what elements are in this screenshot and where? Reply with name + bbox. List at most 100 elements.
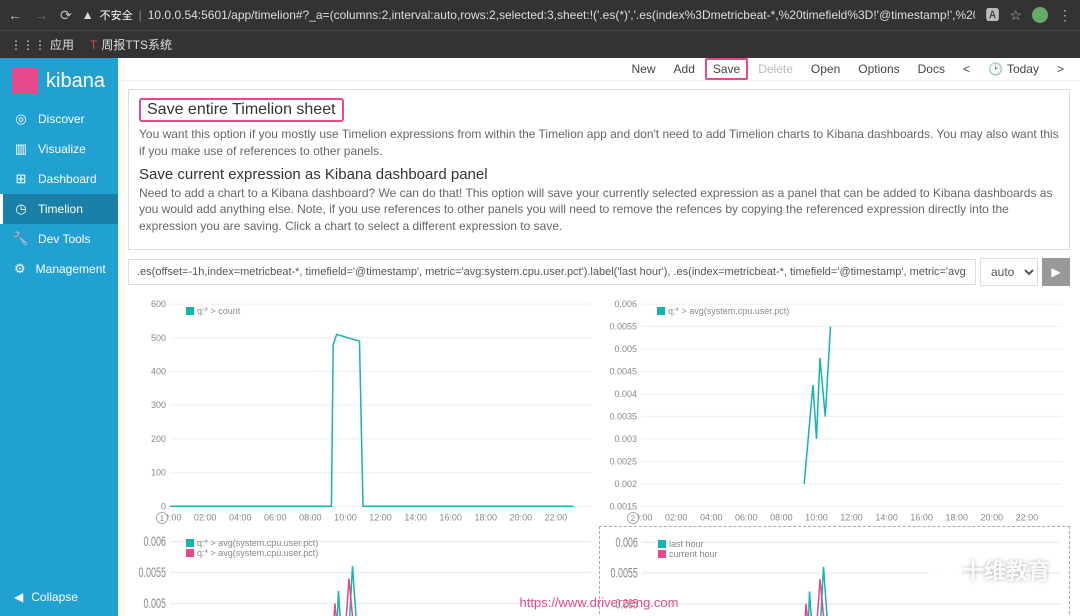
- back-icon[interactable]: ←: [8, 7, 22, 24]
- svg-text:0.0035: 0.0035: [610, 411, 638, 421]
- legend-swatch: [186, 539, 194, 547]
- timelion-toolbar: New Add Save Delete Open Options Docs < …: [118, 58, 1080, 81]
- svg-text:12:00: 12:00: [369, 512, 392, 522]
- legend-item[interactable]: q:* > avg(system.cpu.user.pct): [657, 306, 789, 316]
- svg-text:18:00: 18:00: [474, 512, 497, 522]
- save-sheet-title[interactable]: Save entire Timelion sheet: [139, 98, 344, 122]
- reload-icon[interactable]: ⟳: [60, 7, 72, 24]
- legend-swatch: [658, 550, 666, 558]
- gear-icon: ⚙: [14, 262, 26, 276]
- sidebar-item-discover[interactable]: ◎Discover: [0, 104, 118, 134]
- toolbar-prev[interactable]: <: [955, 58, 978, 80]
- toolbar-docs[interactable]: Docs: [910, 58, 953, 80]
- chart-legend: q:* > count: [186, 306, 240, 316]
- profile-icon[interactable]: [1032, 7, 1048, 23]
- toolbar-timerange[interactable]: 🕑Today: [980, 58, 1047, 80]
- watermark-brand: 十维教育: [926, 554, 1050, 586]
- toolbar-delete[interactable]: Delete: [750, 58, 801, 80]
- sidebar-item-timelion[interactable]: ◷Timelion: [0, 194, 118, 224]
- svg-text:08:00: 08:00: [770, 512, 793, 522]
- url-box[interactable]: ▲ 不安全 | 10.0.0.54:5601/app/timelion#?_a=…: [82, 7, 976, 23]
- toolbar-options[interactable]: Options: [850, 58, 907, 80]
- chart-1[interactable]: 010020030040050060000:0002:0004:0006:000…: [128, 294, 599, 526]
- legend-item[interactable]: last hour: [658, 539, 718, 549]
- main-content: New Add Save Delete Open Options Docs < …: [118, 58, 1080, 616]
- play-icon: ▶: [1051, 265, 1060, 279]
- chart-legend: q:* > avg(system.cpu.user.pct)q:* > avg(…: [186, 538, 318, 558]
- bookmark-icon: T: [90, 38, 97, 52]
- clock-icon: 🕑: [988, 62, 1003, 76]
- watermark-url: https://www.driverzeng.com: [520, 595, 679, 610]
- sidebar-item-management[interactable]: ⚙Management: [0, 254, 118, 284]
- toolbar-next[interactable]: >: [1049, 58, 1072, 80]
- svg-text:0.004: 0.004: [615, 389, 638, 399]
- svg-text:04:00: 04:00: [229, 512, 252, 522]
- forward-icon[interactable]: →: [34, 7, 48, 24]
- wrench-icon: 🔧: [14, 232, 28, 246]
- apps-icon: ⋮⋮⋮: [10, 38, 46, 52]
- svg-text:0.0045: 0.0045: [610, 366, 638, 376]
- legend-swatch: [658, 540, 666, 548]
- sidebar-item-dashboard[interactable]: ⊞Dashboard: [0, 164, 118, 194]
- svg-text:0.0015: 0.0015: [610, 501, 638, 511]
- save-expr-title[interactable]: Save current expression as Kibana dashbo…: [139, 166, 1059, 183]
- svg-text:04:00: 04:00: [700, 512, 723, 522]
- kibana-logo[interactable]: kibana: [0, 58, 118, 104]
- kibana-sidebar: kibana ◎Discover ▥Visualize ⊞Dashboard ◷…: [0, 58, 118, 616]
- svg-text:0.005: 0.005: [615, 344, 638, 354]
- browser-address-bar: ← → ⟳ ▲ 不安全 | 10.0.0.54:5601/app/timelio…: [0, 0, 1080, 30]
- sidebar-collapse[interactable]: ◀Collapse: [0, 578, 118, 616]
- bar-chart-icon: ▥: [14, 142, 28, 156]
- play-button[interactable]: ▶: [1042, 258, 1070, 286]
- bookmark-tts[interactable]: T周报TTS系统: [90, 36, 172, 53]
- collapse-icon: ◀: [14, 590, 23, 604]
- expression-input[interactable]: [128, 259, 976, 285]
- svg-text:500: 500: [151, 333, 166, 343]
- svg-text:06:00: 06:00: [735, 512, 758, 522]
- menu-icon[interactable]: ⋮: [1058, 7, 1072, 24]
- svg-text:22:00: 22:00: [1016, 512, 1039, 522]
- wechat-icon: [926, 557, 956, 583]
- svg-text:0.006: 0.006: [615, 299, 638, 309]
- sidebar-item-devtools[interactable]: 🔧Dev Tools: [0, 224, 118, 254]
- svg-text:10:00: 10:00: [805, 512, 828, 522]
- insecure-label: 不安全: [100, 7, 133, 23]
- svg-text:200: 200: [151, 434, 166, 444]
- legend-item[interactable]: q:* > avg(system.cpu.user.pct): [186, 548, 318, 558]
- svg-text:0.0055: 0.0055: [139, 566, 167, 581]
- bookmarks-apps[interactable]: ⋮⋮⋮应用: [10, 36, 74, 53]
- svg-text:0.0025: 0.0025: [610, 456, 638, 466]
- svg-text:400: 400: [151, 366, 166, 376]
- svg-text:0.002: 0.002: [615, 479, 638, 489]
- svg-text:02:00: 02:00: [665, 512, 688, 522]
- sidebar-item-visualize[interactable]: ▥Visualize: [0, 134, 118, 164]
- translate-icon[interactable]: 🅰: [985, 5, 999, 25]
- chart-legend: last hourcurrent hour: [658, 539, 718, 559]
- svg-text:0: 0: [161, 501, 166, 511]
- clock-icon: ◷: [14, 202, 28, 216]
- svg-text:600: 600: [151, 299, 166, 309]
- legend-item[interactable]: q:* > count: [186, 306, 240, 316]
- expression-bar: auto ▶: [128, 258, 1070, 286]
- chart-legend: q:* > avg(system.cpu.user.pct): [657, 306, 789, 316]
- legend-item[interactable]: q:* > avg(system.cpu.user.pct): [186, 538, 318, 548]
- legend-item[interactable]: current hour: [658, 549, 718, 559]
- legend-swatch: [657, 307, 665, 315]
- svg-text:10:00: 10:00: [334, 512, 357, 522]
- star-icon[interactable]: ☆: [1009, 7, 1022, 24]
- svg-text:0.006: 0.006: [144, 535, 167, 550]
- compass-icon: ◎: [14, 112, 28, 126]
- svg-text:18:00: 18:00: [945, 512, 968, 522]
- svg-text:02:00: 02:00: [194, 512, 217, 522]
- interval-select[interactable]: auto: [980, 258, 1038, 286]
- save-panel: Save entire Timelion sheet You want this…: [128, 89, 1070, 250]
- toolbar-new[interactable]: New: [624, 58, 664, 80]
- svg-text:0.0055: 0.0055: [610, 566, 637, 581]
- toolbar-save[interactable]: Save: [705, 58, 748, 80]
- svg-text:300: 300: [151, 400, 166, 410]
- toolbar-open[interactable]: Open: [803, 58, 848, 80]
- svg-text:0.003: 0.003: [615, 434, 638, 444]
- save-sheet-desc: You want this option if you mostly use T…: [139, 126, 1059, 160]
- toolbar-add[interactable]: Add: [666, 58, 703, 80]
- chart-2[interactable]: 0.0015 0.002 0.0025 0.003 0.0035 0.004 0.0045 0…: [599, 294, 1070, 526]
